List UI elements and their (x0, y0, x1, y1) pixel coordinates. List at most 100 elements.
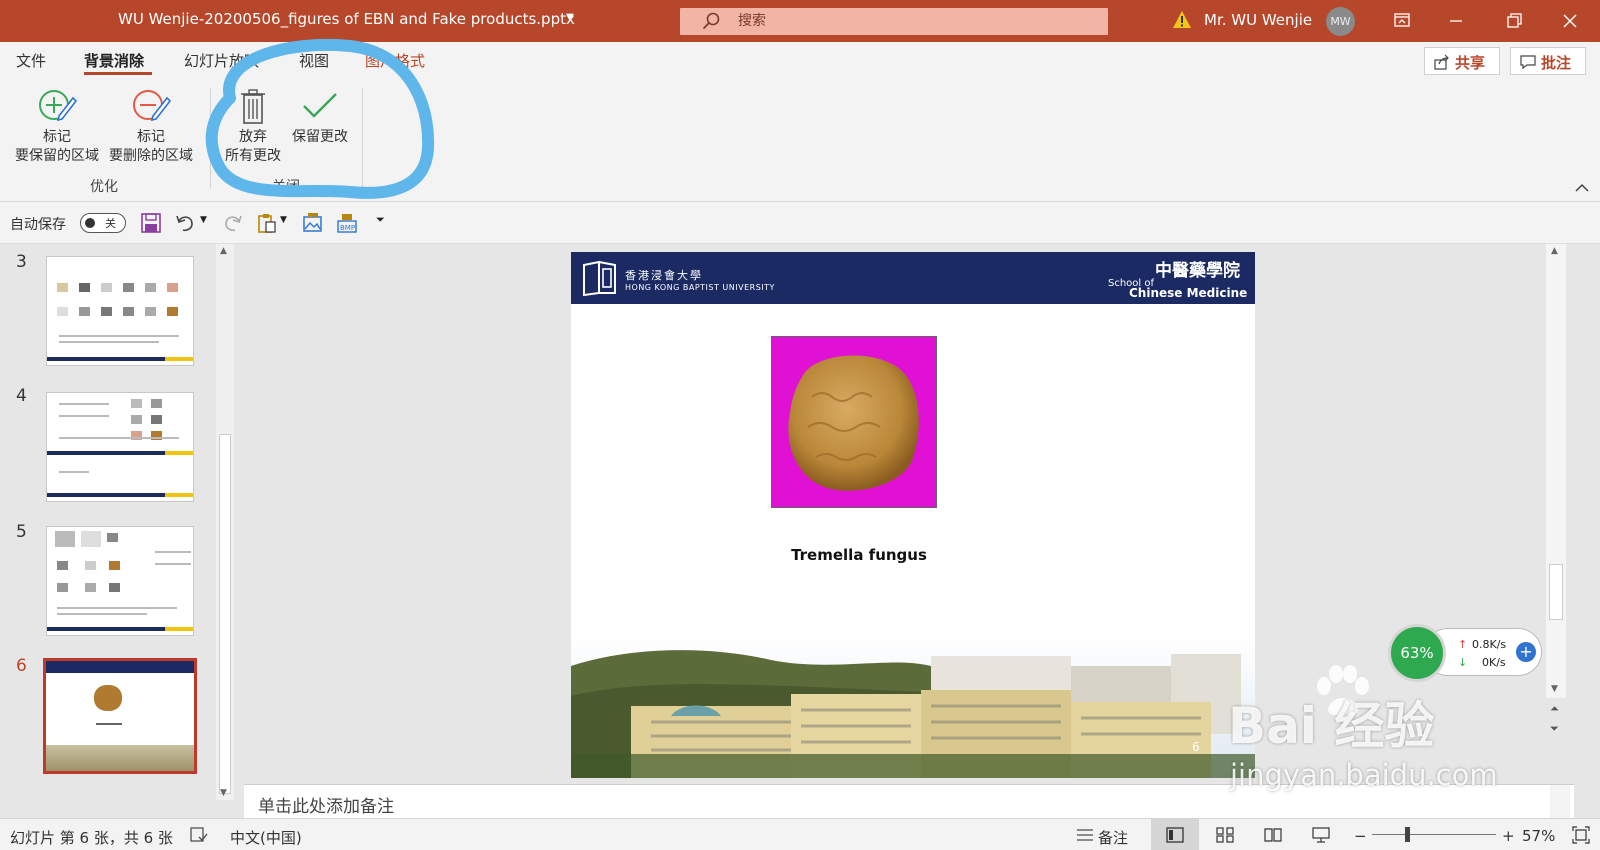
thumbnail-number: 5 (16, 522, 27, 542)
trash-icon (241, 89, 265, 124)
insert-picture-icon[interactable] (302, 212, 324, 234)
discard-line1: 放弃 (239, 129, 267, 145)
checkmark-icon (303, 93, 337, 118)
zoom-slider-track[interactable] (1372, 834, 1496, 835)
thumb-image (85, 583, 96, 592)
zoom-in-button[interactable]: + (1502, 827, 1515, 845)
close-icon[interactable] (1556, 8, 1584, 34)
thumb-image (107, 533, 118, 542)
thumb-image (123, 283, 134, 292)
keep-changes-button[interactable]: 保留更改 (286, 86, 354, 147)
document-title[interactable]: WU Wenjie-20200506_figures of EBN and Fa… (118, 10, 575, 28)
slide-thumbnail-6[interactable] (43, 658, 197, 774)
user-name[interactable]: Mr. WU Wenjie (1204, 11, 1312, 29)
autosave-label: 自动保存 (10, 217, 66, 233)
scroll-up-icon[interactable]: ▲ (220, 246, 227, 256)
language-indicator[interactable]: 中文(中国) (230, 827, 302, 848)
slide-thumbnail-3[interactable] (46, 256, 194, 366)
paste-icon[interactable] (256, 212, 278, 234)
undo-icon[interactable] (174, 212, 196, 234)
scrollbar-thumb[interactable] (1549, 564, 1563, 620)
tremella-photo[interactable] (771, 336, 937, 508)
thumb-text-line (59, 335, 179, 337)
notes-toggle[interactable]: 备注 (1098, 827, 1128, 848)
pencil-plus-icon (39, 90, 77, 122)
thumb-text-line (57, 607, 177, 609)
thumb-image (85, 561, 96, 570)
current-slide[interactable]: 香港浸會大學 HONG KONG BAPTIST UNIVERSITY Scho… (571, 252, 1255, 778)
thumb-image (81, 531, 101, 547)
mark-remove-line2: 要删除的区域 (109, 148, 193, 164)
scroll-down-icon[interactable]: ▼ (220, 788, 227, 798)
thumb-footer-accent (165, 493, 193, 497)
accelerate-plus-icon[interactable]: + (1516, 642, 1536, 662)
restore-icon[interactable] (1500, 8, 1528, 34)
collapse-ribbon-icon[interactable] (1574, 182, 1590, 194)
thumb-header-bar (46, 661, 194, 673)
tab-picture-format[interactable]: 图片格式 (365, 50, 425, 71)
thumbnail-number: 6 (16, 656, 27, 676)
normal-view-icon[interactable] (1166, 827, 1184, 843)
undo-dropdown-icon[interactable]: ▼ (200, 215, 207, 225)
title-bar: WU Wenjie-20200506_figures of EBN and Fa… (0, 0, 1600, 42)
thumb-text-line (59, 403, 109, 405)
slide-count-info[interactable]: 幻灯片 第 6 张，共 6 张 (10, 827, 173, 848)
next-slide-icon[interactable]: ⏷ (1550, 722, 1559, 736)
slide-caption[interactable]: Tremella fungus (571, 546, 1147, 564)
search-box[interactable] (680, 8, 1108, 35)
thumb-footer-accent (165, 451, 193, 455)
ribbon-display-options-icon[interactable] (1388, 8, 1416, 34)
redo-icon[interactable] (222, 212, 244, 234)
chevron-down-icon[interactable]: ▼ (566, 12, 574, 23)
customize-toolbar-icon[interactable]: ⏷ (376, 213, 385, 227)
comment-button[interactable]: 批注 (1510, 47, 1586, 75)
group-separator (362, 88, 363, 188)
upload-speed: 0.8K/s (1472, 638, 1507, 651)
autosave-toggle[interactable]: 关 (80, 213, 126, 233)
scrollbar-thumb[interactable] (219, 434, 231, 794)
search-input[interactable] (738, 11, 1078, 31)
ribbon: 文件 背景消除 幻灯片放映 视图 图片格式 共享 批注 标记 要保留的区域 标记… (0, 42, 1600, 202)
mark-areas-to-keep-button[interactable]: 标记 要保留的区域 (10, 86, 104, 166)
comment-label: 批注 (1541, 54, 1572, 72)
thumb-text-line (59, 341, 159, 343)
slide-scrollbar[interactable]: ▲ ▼ (1546, 244, 1566, 698)
thumbnail-scrollbar[interactable]: ▲ (216, 244, 234, 800)
thumbnail-number: 4 (16, 386, 27, 406)
tab-background-removal[interactable]: 背景消除 (84, 50, 144, 71)
thumbnail-pane: 3 4 5 6 ▲ ▼ (0, 244, 240, 818)
mark-areas-to-remove-button[interactable]: 标记 要删除的区域 (104, 86, 198, 166)
tab-file[interactable]: 文件 (16, 50, 46, 71)
warning-icon[interactable] (1172, 10, 1192, 30)
slideshow-icon[interactable] (1312, 826, 1330, 844)
paste-dropdown-icon[interactable]: ▼ (280, 215, 287, 225)
scroll-down-icon[interactable]: ▼ (1551, 684, 1558, 694)
slide-thumbnail-5[interactable] (46, 526, 194, 636)
discard-all-changes-button[interactable]: 放弃 所有更改 (220, 86, 286, 166)
previous-slide-icon[interactable]: ⏶ (1550, 702, 1559, 716)
save-icon[interactable] (140, 212, 162, 234)
save-as-bitmap-icon[interactable]: BMP (336, 212, 358, 234)
tab-view[interactable]: 视图 (299, 50, 329, 71)
zoom-slider-handle[interactable] (1405, 827, 1410, 842)
tab-slideshow[interactable]: 幻灯片放映 (184, 50, 259, 71)
scroll-up-icon[interactable]: ▲ (1551, 246, 1558, 256)
zoom-out-button[interactable]: − (1354, 827, 1367, 845)
thumb-image (131, 415, 142, 424)
share-button[interactable]: 共享 (1424, 47, 1500, 75)
toggle-knob (85, 218, 95, 228)
university-logo-icon (583, 260, 616, 297)
minimize-icon[interactable] (1442, 8, 1470, 34)
watermark-url: jingyan.baidu.com (1230, 758, 1498, 792)
avatar[interactable]: MW (1326, 7, 1355, 36)
slide-sorter-icon[interactable] (1216, 827, 1234, 843)
pencil-minus-icon (133, 90, 171, 122)
reading-view-icon[interactable] (1264, 827, 1282, 843)
accessibility-check-icon[interactable] (190, 827, 208, 843)
fit-to-window-icon[interactable] (1572, 826, 1590, 844)
zoom-level[interactable]: 57% (1522, 827, 1555, 845)
slide-thumbnail-4[interactable] (46, 392, 194, 502)
thumb-text-line (59, 471, 89, 473)
notes-scrollbar[interactable] (1550, 785, 1570, 819)
thumbnail-number: 3 (16, 252, 27, 272)
